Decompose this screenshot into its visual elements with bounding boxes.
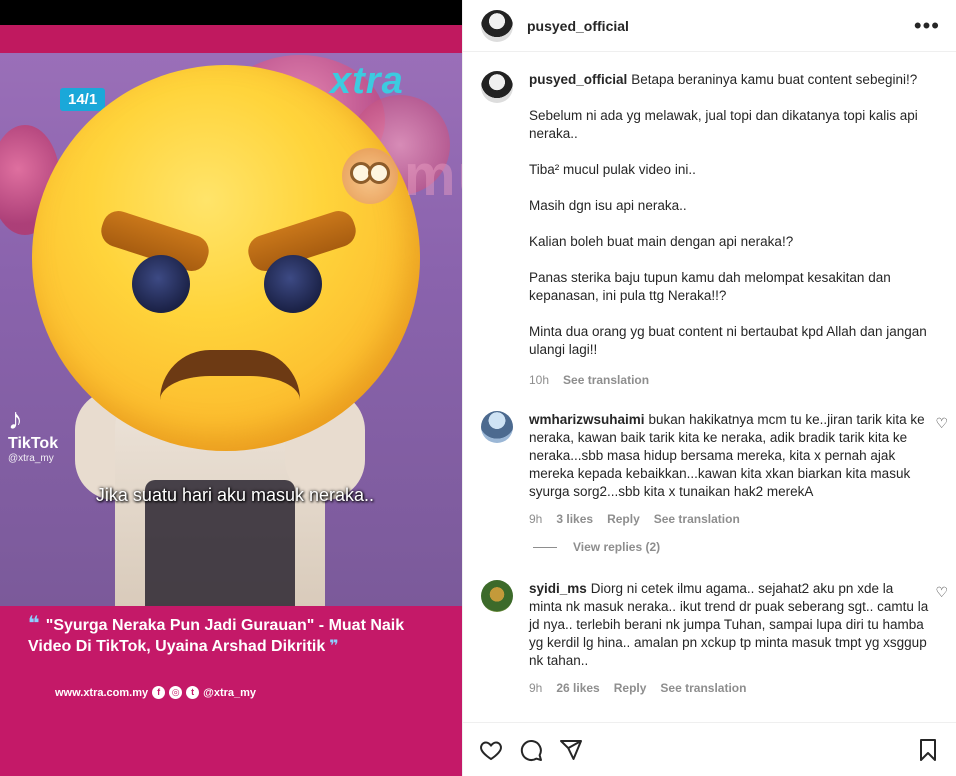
caption-line: pusyed_official Betapa beraninya kamu bua…: [529, 72, 918, 87]
reply-button[interactable]: Reply: [614, 681, 647, 695]
caption-time: 10h: [529, 373, 550, 387]
caption-line: Tiba² mucul pulak video ini..: [529, 162, 696, 177]
comment-item: syidi_ms Diorg ni cetek ilmu agama.. seja…: [463, 580, 956, 697]
facebook-icon: f: [152, 686, 166, 699]
more-horizontal-icon[interactable]: •••: [914, 13, 940, 39]
footer-site: www.xtra.com.my: [55, 686, 149, 699]
tiktok-handle: @xtra_my: [8, 453, 54, 464]
reply-button[interactable]: Reply: [607, 512, 640, 526]
see-translation-link[interactable]: See translation: [660, 681, 746, 695]
comment-username[interactable]: syidi_ms: [529, 581, 587, 596]
post-media[interactable]: 14/1 xtra ♪ TikTok @xtra_my Jika suatu h…: [0, 0, 462, 776]
comment-item: wmharizwsuhaimi bukan hakikatnya mcm tu k…: [463, 411, 956, 528]
like-comment-heart-icon[interactable]: ♡: [935, 584, 948, 601]
comment-likes[interactable]: 3 likes: [556, 512, 593, 526]
news-headline: ❝ "Syurga Neraka Pun Jadi Gurauan" - Muat…: [28, 614, 448, 657]
headline-text: "Syurga Neraka Pun Jadi Gurauan" - Muat …: [28, 617, 405, 655]
emoji-mouth: [160, 350, 300, 400]
post-header: pusyed_official •••: [463, 0, 956, 52]
post-caption: pusyed_official Betapa beraninya kamu bua…: [463, 53, 956, 389]
like-comment-heart-icon[interactable]: ♡: [935, 415, 948, 432]
tiktok-watermark: ♪ TikTok @xtra_my: [8, 403, 59, 465]
post-author-username[interactable]: pusyed_official: [527, 18, 629, 34]
footer-handle: @xtra_my: [203, 686, 257, 699]
media-top-band: [0, 25, 462, 53]
see-translation-link[interactable]: See translation: [563, 373, 649, 387]
tiktok-name: TikTok: [8, 435, 59, 452]
comment-icon[interactable]: [519, 738, 543, 762]
caption-line: Kalian boleh buat main dengan api neraka…: [529, 234, 794, 249]
caption-line: Panas sterika baju tupun kamu dah melomp…: [529, 270, 891, 303]
angry-face-emoji-icon: [32, 65, 420, 451]
comment-text-block: syidi_ms Diorg ni cetek ilmu agama.. seja…: [529, 580, 929, 670]
comment-username[interactable]: wmharizwsuhaimi: [529, 412, 645, 427]
watermark-text: murai: [404, 143, 462, 208]
avatar[interactable]: [481, 411, 513, 443]
bookmark-icon[interactable]: [916, 738, 940, 762]
instagram-icon: ◎: [169, 686, 183, 699]
view-replies-label: View replies (2): [573, 540, 661, 554]
comment-meta: 9h 3 likes Reply See translation: [529, 510, 929, 528]
post-panel: pusyed_official ••• pusyed_official Betap…: [462, 0, 956, 776]
twitter-icon: t: [186, 686, 200, 699]
date-tag: 14/1: [60, 88, 106, 111]
caption-meta: 10h See translation: [529, 371, 939, 389]
owl-logo-icon: [342, 147, 398, 204]
caption-line: Masih dgn isu api neraka..: [529, 198, 687, 213]
quote-open-icon: ❝: [28, 613, 40, 635]
comment-likes[interactable]: 26 likes: [556, 681, 599, 695]
view-replies-button[interactable]: View replies (2): [533, 540, 956, 554]
tiktok-icon: ♪: [8, 403, 23, 436]
see-translation-link[interactable]: See translation: [654, 512, 740, 526]
comment-time: 9h: [529, 512, 543, 526]
share-icon[interactable]: [559, 738, 583, 762]
comments-scroll-area[interactable]: pusyed_official Betapa beraninya kamu bua…: [463, 53, 956, 721]
replies-divider: [533, 546, 557, 548]
emoji-eye: [132, 255, 190, 313]
avatar[interactable]: [481, 580, 513, 612]
avatar[interactable]: [481, 9, 513, 42]
video-subtitle: Jika suatu hari aku masuk neraka..: [95, 485, 375, 505]
comment-text-block: wmharizwsuhaimi bukan hakikatnya mcm tu k…: [529, 411, 929, 501]
avatar[interactable]: [481, 71, 513, 103]
caption-line: Minta dua orang yg buat content ni berta…: [529, 324, 927, 357]
emoji-eye: [264, 255, 322, 313]
caption-line: Sebelum ni ada yg melawak, jual topi dan…: [529, 108, 918, 141]
comment-time: 9h: [529, 681, 543, 695]
post-action-bar: [463, 722, 956, 776]
caption-username[interactable]: pusyed_official: [529, 72, 627, 87]
heart-icon[interactable]: [479, 738, 503, 762]
news-footer: www.xtra.com.my f ◎ t @xtra_my: [55, 686, 256, 699]
brand-logo-text: xtra: [330, 60, 404, 102]
quote-close-icon: ❞: [329, 638, 339, 655]
comment-text: Diorg ni cetek ilmu agama.. sejahat2 aku…: [529, 581, 929, 668]
comment-meta: 9h 26 likes Reply See translation: [529, 679, 929, 697]
murai-watermark: murai: [342, 142, 462, 209]
